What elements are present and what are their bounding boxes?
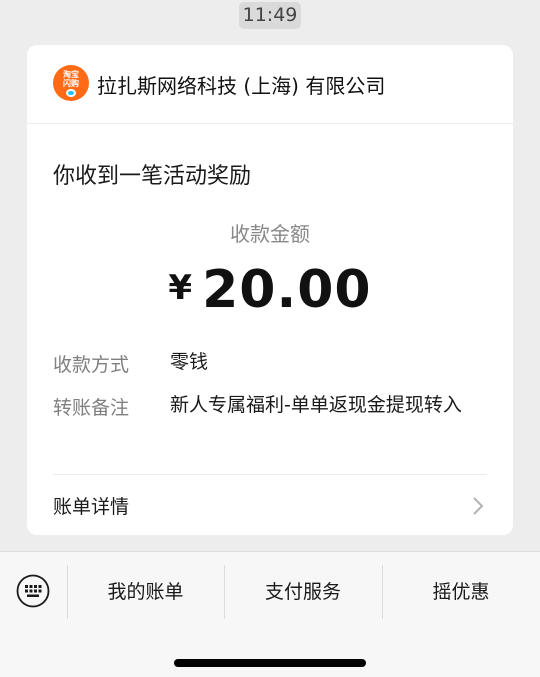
menu-shake-discount[interactable]: 摇优惠 — [382, 552, 540, 632]
bill-details-label: 账单详情 — [53, 496, 130, 518]
payment-method-value: 零钱 — [170, 351, 209, 373]
logo-mark — [66, 89, 76, 97]
bill-details-link[interactable]: 账单详情 — [27, 476, 513, 535]
transfer-note-label: 转账备注 — [53, 397, 130, 419]
payment-notification-card[interactable]: 淘宝 闪购 拉扎斯网络科技 (上海) 有限公司 你收到一笔活动奖励 收款金额 ¥… — [27, 45, 513, 535]
chevron-right-icon — [473, 497, 484, 515]
amount-value: 20.00 — [202, 260, 372, 320]
transfer-note-value: 新人专属福利-单单返现金提现转入 — [170, 394, 462, 416]
currency-symbol: ¥ — [168, 268, 193, 308]
amount-label: 收款金额 — [230, 222, 310, 246]
message-title: 你收到一笔活动奖励 — [53, 164, 252, 189]
home-indicator[interactable] — [174, 659, 366, 667]
card-header[interactable]: 淘宝 闪购 拉扎斯网络科技 (上海) 有限公司 — [27, 45, 513, 124]
company-name: 拉扎斯网络科技 (上海) 有限公司 — [97, 74, 386, 98]
logo-text-bottom: 闪购 — [63, 79, 79, 88]
menu-my-bills[interactable]: 我的账单 — [67, 552, 224, 632]
divider — [53, 474, 487, 475]
bottom-menu-bar: 我的账单 支付服务 摇优惠 — [0, 551, 540, 677]
amount-display: ¥20.00 — [27, 260, 513, 320]
payment-method-label: 收款方式 — [53, 354, 130, 376]
merchant-logo-icon: 淘宝 闪购 — [53, 65, 89, 101]
keyboard-icon[interactable] — [16, 574, 50, 608]
menu-payment-services[interactable]: 支付服务 — [224, 552, 382, 632]
logo-text-top: 淘宝 — [63, 70, 79, 79]
timestamp: 11:49 — [239, 2, 301, 29]
